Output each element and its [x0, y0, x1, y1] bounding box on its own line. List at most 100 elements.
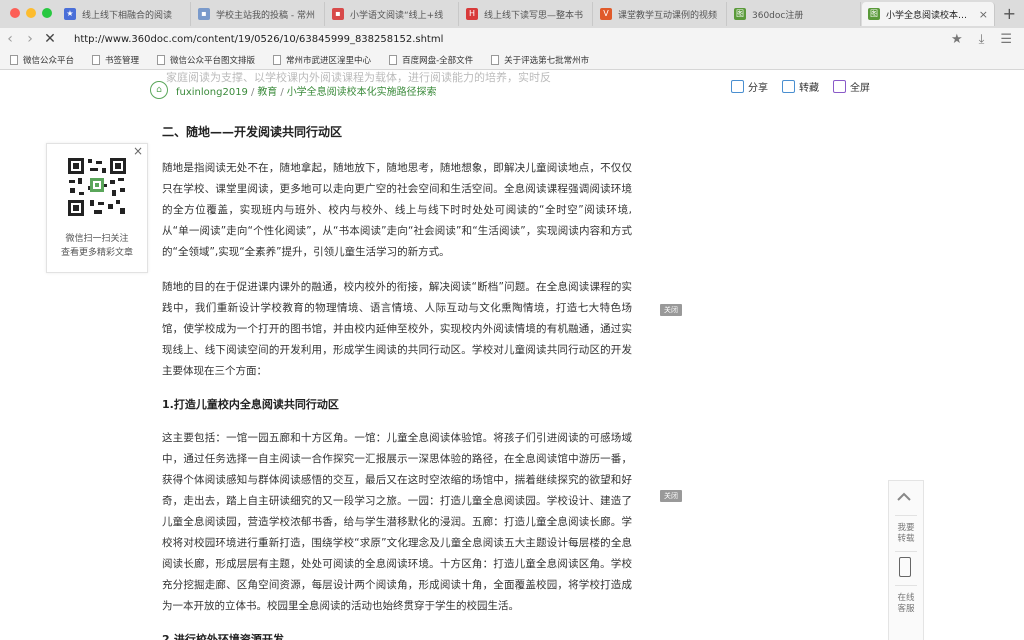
browser-tab[interactable]: 图小学全息阅读校本化实施 ×	[862, 2, 995, 26]
share-button[interactable]: 分享	[731, 79, 768, 94]
bookmark-label: 微信公众平台	[23, 55, 75, 66]
article-actions: 分享 转藏 全屏	[731, 79, 870, 94]
save-label: 转藏	[799, 83, 819, 94]
close-window-icon[interactable]	[10, 8, 20, 18]
repost-label-2: 转载	[897, 534, 915, 544]
favicon-icon: 图	[734, 8, 746, 20]
wechat-qr-panel: × 微信扫一扫关注 查看更多精彩文章	[46, 143, 148, 273]
page-icon	[273, 54, 282, 65]
qr-caption: 微信扫一扫关注 查看更多精彩文章	[47, 232, 147, 260]
bookmark-label: 微信公众平台图文排版	[170, 55, 256, 66]
minimize-window-icon[interactable]	[26, 8, 36, 18]
divider	[895, 585, 917, 586]
favicon-icon: ▪	[332, 8, 344, 20]
save-icon	[782, 80, 795, 93]
paragraph-1: 随地是指阅读无处不在，随地拿起，随地放下，随地思考，随地想象，即解决儿童阅读地点…	[162, 162, 632, 258]
bookmark-item[interactable]: 书签管理	[92, 54, 139, 66]
mobile-phone-icon[interactable]	[899, 557, 911, 577]
service-label-2: 客服	[897, 604, 915, 614]
breadcrumb-title: 小学全息阅读校本化实施路径探索	[286, 86, 437, 98]
repost-label-1: 我要	[897, 523, 915, 533]
breadcrumb-separator: /	[250, 86, 255, 98]
subsection-heading: 1.打造儿童校内全息阅读共同行动区	[162, 398, 339, 411]
bookmarks-bar: 微信公众平台 书签管理 微信公众平台图文排版 常州市武进区湟里中心 百度网盘-全部文件 关…	[0, 50, 1024, 70]
qr-close-icon[interactable]: ×	[133, 144, 143, 158]
star-icon[interactable]: ★	[951, 32, 963, 47]
tab-label: 小学全息阅读校本化实施	[886, 10, 975, 21]
maximize-window-icon[interactable]	[42, 8, 52, 18]
service-label-1: 在线	[897, 593, 915, 603]
tab-label: 360doc注册	[752, 10, 804, 21]
bookmark-item[interactable]: 百度网盘-全部文件	[389, 54, 473, 66]
tab-label: 线上线下读写思—整本书	[484, 10, 584, 21]
floating-toolbar: 我要 转载 在线 客服	[888, 480, 924, 640]
qr-caption-line-2: 查看更多精彩文章	[60, 248, 133, 258]
favicon-icon: 图	[868, 8, 880, 20]
divider	[895, 551, 917, 552]
bookmark-item[interactable]: 微信公众平台图文排版	[157, 54, 255, 66]
qr-code-icon	[66, 156, 128, 218]
tab-label: 学校主站我的投稿 - 常州	[216, 10, 315, 21]
tab-label: 小学语文阅读“线上+线	[350, 10, 444, 21]
breadcrumb: fuxinlong2019/教育 / 小学全息阅读校本化实施路径探索	[176, 83, 437, 98]
page-icon	[491, 54, 500, 65]
address-bar: ‹ › ✕ http://www.360doc.com/content/19/0…	[0, 28, 1024, 50]
url-field[interactable]: http://www.360doc.com/content/19/0526/10…	[74, 34, 951, 45]
bookmark-item[interactable]: 常州市武进区湟里中心	[273, 54, 371, 66]
divider	[895, 515, 917, 516]
page-content: 家庭阅读为支撑、以学校课内外阅读课程为载体，进行阅读能力的培养，实时反 ⌂ fu…	[0, 71, 1024, 640]
page-icon	[10, 54, 18, 65]
tab-list: ★ 线上线下相融合的阅读 ▪ 学校主站我的投稿 - 常州 ▪ 小学语文阅读“线上+线 H 线上…	[58, 2, 996, 28]
share-label: 分享	[748, 83, 768, 94]
fullscreen-label: 全屏	[850, 83, 870, 94]
browser-tab[interactable]: 图 360doc注册	[728, 2, 861, 26]
download-icon[interactable]: ⤓	[979, 32, 985, 47]
tab-label: 线上线下相融合的阅读	[82, 10, 173, 21]
save-button[interactable]: 转藏	[782, 79, 819, 94]
paragraph-3: 这主要包括：一馆一园五廊和十方区角。一馆：儿童全息阅读体验馆。将孩子们引进阅读的…	[162, 432, 632, 612]
favicon-icon: ★	[64, 8, 76, 20]
paragraph-2: 随地的目的在于促进课内课外的融通，校内校外的衔接，解决阅读“断档”问题。在全息阅…	[162, 281, 632, 377]
online-service-button[interactable]: 在线 客服	[889, 593, 923, 615]
bookmark-label: 书签管理	[105, 55, 140, 66]
browser-tab[interactable]: ★ 线上线下相融合的阅读	[58, 2, 191, 26]
browser-tab[interactable]: V 课堂教学互动课例的视频	[594, 2, 727, 26]
bookmark-label: 百度网盘-全部文件	[402, 55, 474, 66]
back-to-top-icon[interactable]	[896, 489, 912, 505]
bookmark-label: 关于评选第七批常州市	[504, 55, 590, 66]
bookmark-label: 常州市武进区湟里中心	[286, 55, 372, 66]
breadcrumb-category[interactable]: 教育	[257, 87, 277, 98]
tab-label: 课堂教学互动课例的视频	[618, 10, 718, 21]
fullscreen-icon	[833, 80, 846, 93]
stop-loading-icon[interactable]: ✕	[40, 31, 60, 47]
ad-close-button[interactable]: 关闭	[660, 304, 682, 316]
browser-tab[interactable]: H 线上线下读写思—整本书	[460, 2, 593, 26]
page-icon	[92, 54, 101, 65]
repost-button[interactable]: 我要 转载	[889, 523, 923, 545]
menu-icon[interactable]: ☰	[1000, 32, 1012, 47]
share-icon	[731, 80, 744, 93]
subsection-heading-2: 2.进行校外环境资源开发	[162, 633, 284, 640]
browser-tab[interactable]: ▪ 小学语文阅读“线上+线	[326, 2, 459, 26]
breadcrumb-separator: /	[280, 86, 284, 98]
browser-tab-bar: ★ 线上线下相融合的阅读 ▪ 学校主站我的投稿 - 常州 ▪ 小学语文阅读“线上+线 H 线上…	[0, 0, 1024, 29]
article-header-bar: ⌂ fuxinlong2019/教育 / 小学全息阅读校本化实施路径探索 分享 转藏…	[150, 77, 870, 103]
breadcrumb-user[interactable]: fuxinlong2019	[176, 87, 248, 98]
window-controls	[10, 8, 52, 18]
new-tab-button[interactable]: +	[1003, 4, 1016, 23]
forward-icon[interactable]: ›	[20, 31, 40, 47]
page-icon	[389, 54, 398, 65]
qr-caption-line-1: 微信扫一扫关注	[65, 234, 129, 244]
home-icon[interactable]: ⌂	[150, 81, 168, 99]
bookmark-item[interactable]: 微信公众平台	[10, 54, 74, 66]
favicon-icon: ▪	[198, 8, 210, 20]
favicon-icon: H	[466, 8, 478, 20]
bookmark-item[interactable]: 关于评选第七批常州市	[491, 54, 589, 66]
tab-close-icon[interactable]: ×	[979, 8, 988, 21]
fullscreen-button[interactable]: 全屏	[833, 79, 870, 94]
ad-close-button[interactable]: 关闭	[660, 490, 682, 502]
page-icon	[157, 54, 166, 65]
section-heading: 二、随地——开发阅读共同行动区	[162, 125, 343, 139]
back-icon[interactable]: ‹	[0, 31, 20, 47]
browser-tab[interactable]: ▪ 学校主站我的投稿 - 常州	[192, 2, 325, 26]
